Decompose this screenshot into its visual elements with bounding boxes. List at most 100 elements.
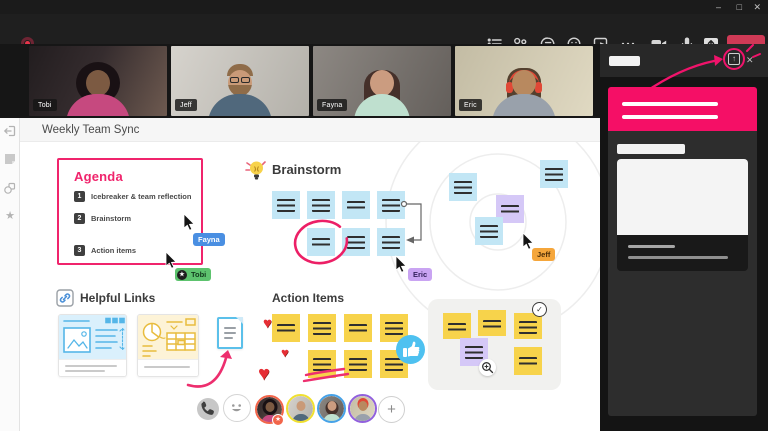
- video-tile-eric[interactable]: Eric: [455, 46, 593, 116]
- content-card[interactable]: [617, 159, 748, 271]
- note-text-scribble: [385, 322, 403, 335]
- link-card-webpage[interactable]: [58, 314, 127, 377]
- whiteboard-canvas[interactable]: Agenda 1 Icebreaker & team reflection 2 …: [20, 142, 600, 431]
- card-caption: [59, 359, 126, 376]
- window-titlebar: – □ ✕: [0, 0, 768, 14]
- sticky-note[interactable]: [342, 228, 370, 256]
- sticky-note[interactable]: [307, 191, 335, 219]
- close-panel-icon[interactable]: ✕: [746, 54, 754, 66]
- heart-reaction-icon[interactable]: ♥: [263, 316, 272, 331]
- note-text-scribble: [483, 320, 501, 328]
- zoom-magnifier-icon[interactable]: [479, 359, 496, 376]
- sticky-note[interactable]: [514, 347, 542, 375]
- minimize-icon[interactable]: –: [716, 1, 721, 13]
- emoji-button[interactable]: [223, 394, 251, 422]
- link-card-dashboard[interactable]: [137, 314, 199, 377]
- phone-button[interactable]: [197, 398, 219, 420]
- shapes-tool-icon[interactable]: [3, 181, 17, 195]
- whiteboard-toolbar-rail: ★: [0, 118, 20, 431]
- note-text-scribble: [519, 357, 537, 365]
- thumbs-up-icon[interactable]: [396, 335, 425, 364]
- favorites-star-icon[interactable]: ★: [3, 209, 17, 223]
- card-caption: [138, 359, 198, 376]
- lightbulb-icon: [245, 157, 269, 183]
- document-icon[interactable]: [217, 317, 243, 349]
- note-text-scribble: [480, 225, 498, 238]
- panel-primary-button-redacted[interactable]: [608, 87, 757, 131]
- panel-title-redacted: [609, 56, 640, 66]
- sticky-note[interactable]: [342, 191, 370, 219]
- teams-meeting-window: – □ ✕: [0, 0, 768, 431]
- dashboard-wireframe: [138, 315, 199, 361]
- avatar: [66, 94, 130, 116]
- sticky-note[interactable]: [307, 228, 335, 256]
- avatar: [354, 94, 410, 116]
- avatar: [512, 70, 536, 96]
- cursor-label-fayna: Fayna: [193, 233, 225, 246]
- video-tile-tobi[interactable]: Tobi: [29, 46, 167, 116]
- side-panel-header: ↑ ✕: [600, 44, 768, 77]
- check-badge-icon[interactable]: ✓: [532, 302, 547, 317]
- meeting-toolbar: [0, 14, 768, 44]
- note-text-scribble: [349, 358, 367, 371]
- sticky-note[interactable]: [272, 191, 300, 219]
- agenda-item-number: 2: [74, 213, 85, 224]
- facilitator-star-badge: ★: [272, 414, 284, 426]
- sticky-note[interactable]: [308, 350, 336, 378]
- heart-reaction-icon[interactable]: ♥: [281, 346, 289, 359]
- note-text-scribble: [313, 322, 331, 335]
- facilitator-avatar-jeff[interactable]: [286, 394, 315, 423]
- sticky-note[interactable]: [443, 313, 471, 339]
- facilitator-avatar-fayna[interactable]: [317, 394, 346, 423]
- cursor-fayna: [183, 213, 196, 231]
- sticky-note[interactable]: [344, 314, 372, 342]
- redacted-text-line: [622, 115, 718, 119]
- exit-board-icon[interactable]: [3, 124, 17, 138]
- agenda-title: Agenda: [74, 169, 123, 184]
- sticky-note[interactable]: [475, 217, 503, 245]
- meeting-side-panel: ↑ ✕: [600, 44, 768, 431]
- close-icon[interactable]: ✕: [753, 1, 761, 13]
- popout-icon[interactable]: ↑: [728, 53, 740, 65]
- maximize-icon[interactable]: □: [737, 1, 742, 13]
- note-text-scribble: [454, 181, 472, 194]
- note-text-scribble: [545, 168, 563, 181]
- sticky-note[interactable]: [377, 228, 405, 256]
- participant-name-tag: Tobi: [33, 99, 57, 111]
- note-text-scribble: [448, 323, 466, 331]
- agenda-box[interactable]: Agenda 1 Icebreaker & team reflection 2 …: [57, 158, 203, 265]
- card-thumbnail: [617, 159, 748, 235]
- sticky-note[interactable]: [377, 191, 405, 219]
- add-participant-button[interactable]: +: [378, 396, 405, 423]
- video-tile-jeff[interactable]: Jeff: [171, 46, 309, 116]
- participant-name-tag: Jeff: [175, 99, 197, 111]
- board-title: Weekly Team Sync: [42, 124, 139, 136]
- avatar: [370, 70, 394, 96]
- avatar: [208, 94, 272, 116]
- agenda-item: 2 Brainstorm: [74, 213, 131, 224]
- sticky-note[interactable]: [308, 314, 336, 342]
- facilitator-avatar-eric[interactable]: [348, 394, 377, 423]
- note-text-scribble: [347, 201, 365, 209]
- sticky-note[interactable]: [449, 173, 477, 201]
- sticky-note[interactable]: [540, 160, 568, 188]
- note-text-scribble: [277, 324, 295, 332]
- panel-content-area: [608, 131, 757, 416]
- participant-name-tag: Eric: [459, 99, 482, 111]
- sticky-note[interactable]: [478, 310, 506, 336]
- sticky-note-tool-icon[interactable]: [3, 152, 17, 166]
- note-text-scribble: [347, 236, 365, 249]
- agenda-item-number: 1: [74, 191, 85, 202]
- connector-arrowhead: [406, 237, 414, 244]
- cursor-tobi: [165, 251, 178, 269]
- folded-corner: [236, 317, 243, 324]
- card-caption: [617, 235, 748, 271]
- heart-reaction-icon[interactable]: ♥: [258, 364, 270, 384]
- video-tile-fayna[interactable]: Fayna: [313, 46, 451, 116]
- sticky-note[interactable]: [272, 314, 300, 342]
- agenda-item-label: Brainstorm: [91, 214, 131, 223]
- note-text-scribble: [313, 358, 331, 371]
- redacted-text-line: [628, 245, 675, 248]
- sticky-note[interactable]: [344, 350, 372, 378]
- helpful-links-title: Helpful Links: [80, 291, 155, 305]
